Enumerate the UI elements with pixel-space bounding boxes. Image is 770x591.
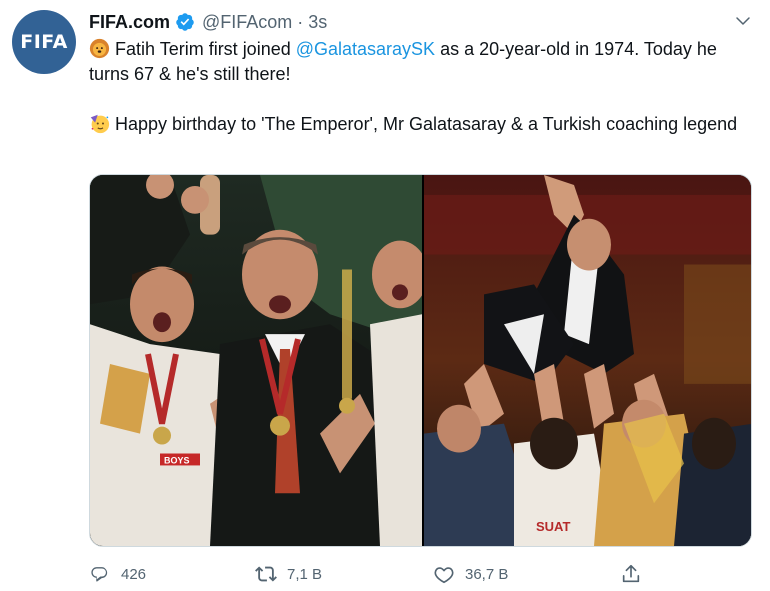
retweet-count: 7,1 B <box>287 565 323 583</box>
share-upload-icon <box>622 564 640 583</box>
jersey-text: BOYS <box>164 455 190 465</box>
like-count: 36,7 B <box>465 565 509 583</box>
like-button[interactable]: 36,7 B <box>433 562 508 586</box>
verified-badge-icon <box>176 13 194 31</box>
retweet-arrows-icon <box>255 566 277 582</box>
retweet-button[interactable]: 7,1 B <box>255 562 322 586</box>
user-handle[interactable]: @FIFAcom <box>202 12 292 33</box>
share-button[interactable] <box>620 562 642 586</box>
avatar[interactable]: FIFA <box>12 10 76 74</box>
tweet[interactable]: FIFA FIFA.com @FIFAcom · 3s Fatih Terim … <box>0 0 770 591</box>
heart-icon <box>434 567 454 584</box>
tweet-text-paragraph-1: Fatih Terim first joined @GalatasaraySK … <box>89 37 749 87</box>
photo-celebration-image: BOYS <box>90 175 422 546</box>
reply-count: 426 <box>121 565 147 583</box>
partying-face-emoji <box>90 114 110 134</box>
tweet-text: Fatih Terim first joined @GalatasaraySK … <box>89 37 749 137</box>
avatar-logo-text: FIFA <box>20 31 68 53</box>
photo-tossed-in-air-image: SUAT <box>424 175 751 546</box>
media-grid[interactable]: BOYS SUAT <box>89 174 752 547</box>
reply-button[interactable]: 426 <box>89 562 146 586</box>
separator-dot: · <box>297 11 304 32</box>
tweet-text-segment: Fatih Terim first joined <box>115 39 296 59</box>
tweet-text-paragraph-2: Happy birthday to 'The Emperor', Mr Gala… <box>89 112 749 137</box>
speech-bubble-icon <box>91 567 108 582</box>
photo-tossed-in-air[interactable]: SUAT <box>424 175 751 546</box>
lion-face-emoji <box>89 38 110 59</box>
tweet-text-segment: Happy birthday to 'The Emperor', Mr Gala… <box>115 114 738 134</box>
chevron-down-icon[interactable] <box>734 12 752 30</box>
display-name[interactable]: FIFA.com <box>89 12 170 33</box>
tweet-actions: 426 7,1 B 36,7 B <box>89 562 689 586</box>
timestamp[interactable]: 3s <box>308 12 327 33</box>
jersey-text: SUAT <box>536 519 570 534</box>
photo-celebration[interactable]: BOYS <box>90 175 422 546</box>
mention-link[interactable]: @GalatasaraySK <box>296 39 435 59</box>
tweet-header: FIFA.com @FIFAcom · 3s <box>89 10 327 34</box>
